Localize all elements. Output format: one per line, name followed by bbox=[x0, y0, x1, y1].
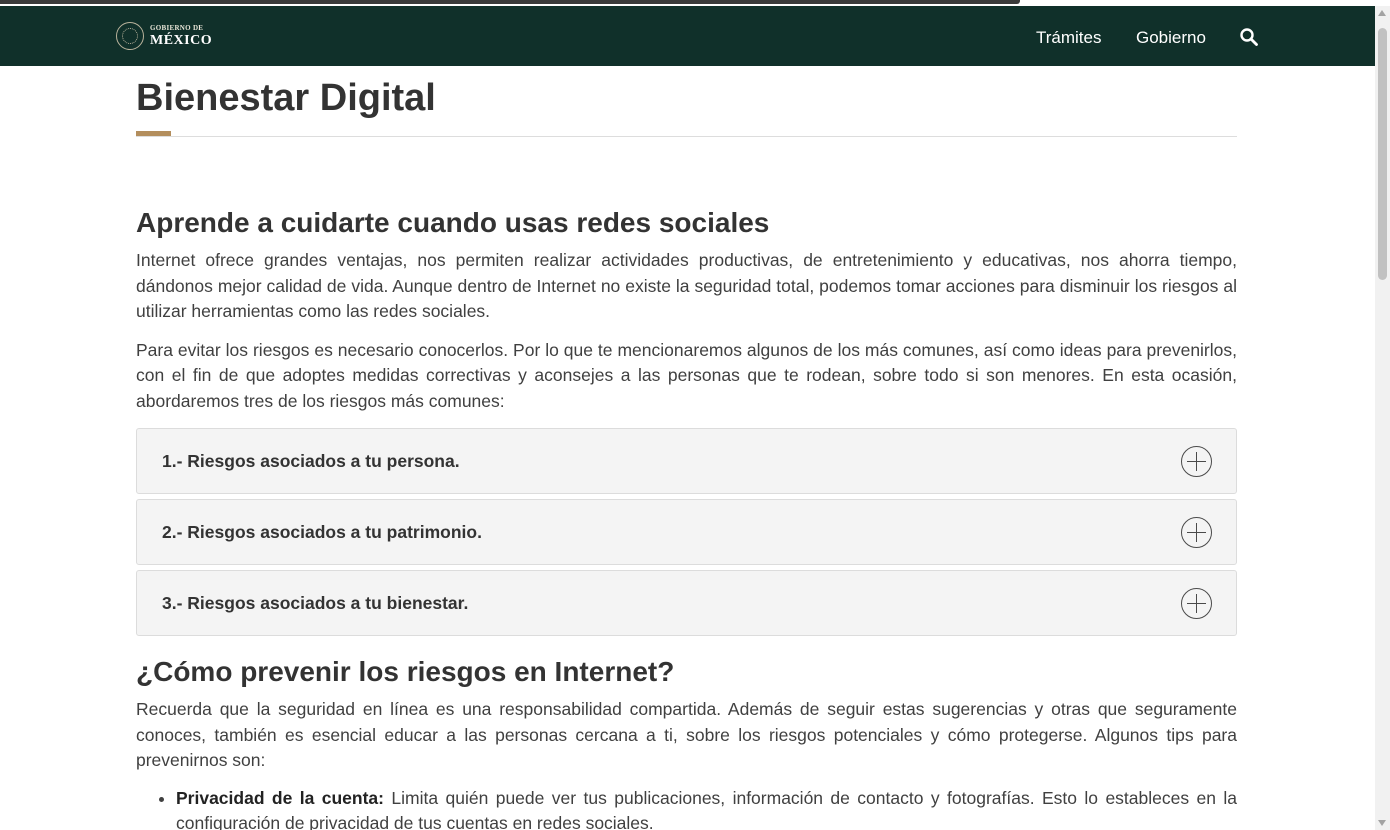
risks-paragraph: Para evitar los riesgos es necesario con… bbox=[136, 339, 1237, 411]
section-heading-prevenir: ¿Cómo prevenir los riesgos en Internet? bbox=[136, 656, 675, 687]
accordion-item-patrimonio[interactable]: 2.- Riesgos asociados a tu patrimonio. bbox=[136, 499, 1237, 565]
accordion-label: 2.- Riesgos asociados a tu patrimonio. bbox=[162, 522, 482, 542]
accordion-label: 3.- Riesgos asociados a tu bienestar. bbox=[162, 593, 469, 613]
accordion-item-persona[interactable]: 1.- Riesgos asociados a tu persona. bbox=[136, 428, 1237, 494]
accordion-label: 1.- Riesgos asociados a tu persona. bbox=[162, 451, 460, 471]
top-navbar: GOBIERNO DE MÉXICO Trámites Gobierno bbox=[0, 6, 1375, 66]
tips-list: Privacidad de la cuenta: Limita quién pu… bbox=[136, 786, 1237, 830]
nav-link-gobierno[interactable]: Gobierno bbox=[1136, 28, 1206, 48]
scrollbar-thumb[interactable] bbox=[1378, 28, 1387, 280]
title-accent-bar bbox=[136, 131, 171, 136]
scroll-up-arrow-icon[interactable] bbox=[1378, 10, 1386, 16]
main-content: Bienestar Digital Aprende a cuidarte cua… bbox=[136, 66, 1237, 830]
logo-text: GOBIERNO DE MÉXICO bbox=[150, 23, 213, 48]
prevention-paragraph: Recuerda que la seguridad en línea es un… bbox=[136, 699, 1237, 770]
title-divider bbox=[136, 131, 1237, 137]
risks-accordion: 1.- Riesgos asociados a tu persona. 2.- … bbox=[136, 428, 1237, 636]
expand-plus-icon[interactable] bbox=[1181, 517, 1212, 548]
tab-strip-bar bbox=[0, 0, 1020, 4]
nav-link-tramites[interactable]: Trámites bbox=[1036, 28, 1102, 48]
page-title: Bienestar Digital bbox=[136, 77, 436, 119]
section-heading-redes-sociales: Aprende a cuidarte cuando usas redes soc… bbox=[136, 207, 770, 238]
national-seal-icon bbox=[116, 22, 144, 50]
tip-title: Privacidad de la cuenta: bbox=[176, 787, 384, 808]
search-icon[interactable] bbox=[1239, 27, 1259, 47]
scroll-down-arrow-icon[interactable] bbox=[1378, 820, 1386, 826]
logo-small-text: GOBIERNO DE bbox=[150, 23, 204, 32]
expand-plus-icon[interactable] bbox=[1181, 588, 1212, 619]
list-item: Privacidad de la cuenta: Limita quién pu… bbox=[176, 786, 1237, 830]
intro-paragraph: Internet ofrece grandes ventajas, nos pe… bbox=[136, 250, 1237, 321]
gobierno-mexico-logo[interactable]: GOBIERNO DE MÉXICO bbox=[116, 21, 212, 51]
accordion-item-bienestar[interactable]: 3.- Riesgos asociados a tu bienestar. bbox=[136, 570, 1237, 636]
page-scrollbar[interactable] bbox=[1375, 6, 1390, 830]
expand-plus-icon[interactable] bbox=[1181, 446, 1212, 477]
logo-big-text: MÉXICO bbox=[150, 32, 213, 48]
